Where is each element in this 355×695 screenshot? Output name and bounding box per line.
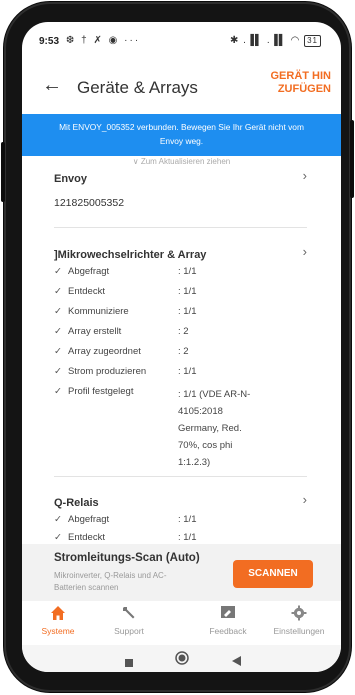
status-label: Kommuniziere (68, 306, 129, 317)
square-icon (125, 659, 133, 667)
q-relais-section[interactable]: Q-Relais › (54, 492, 307, 511)
recent-apps-button[interactable] (125, 654, 133, 672)
microinverter-title: ]Mikrowechselrichter & Array (54, 249, 207, 261)
status-value: : 1/1 (178, 532, 197, 543)
system-status-icons: ✱ .▐▌ .▐▌ ◠ 31 (230, 35, 321, 47)
status-value: : 1/1 (178, 514, 197, 525)
nav-label: Systeme (41, 626, 75, 636)
app-bar: ← Geräte & Arrays GERÄT HIN ZUFÜGEN (22, 62, 341, 114)
banner-text-line2: Envoy weg. (159, 136, 204, 146)
check-icon: ✓ (54, 266, 62, 277)
bottom-nav: Systeme Support Feedback Einstellungen (22, 601, 341, 645)
status-value: : 1/1 (178, 306, 197, 317)
status-bar: 9:53 ❆ † ✗ ◉ ··· ✱ .▐▌ .▐▌ ◠ 31 (22, 22, 341, 62)
envoy-section[interactable]: Envoy › 121825005352 (54, 168, 307, 209)
status-value: : 1/1 (178, 286, 197, 297)
page-title: Geräte & Arrays (77, 78, 198, 97)
home-icon (26, 605, 90, 625)
chevron-right-icon[interactable]: › (303, 244, 307, 259)
check-icon: ✓ (54, 306, 62, 317)
device-list[interactable]: ∨ Zum Aktualisieren ziehen Envoy › 12182… (22, 156, 341, 596)
status-label: Array zugeordnet (68, 346, 141, 357)
check-icon: ✓ (54, 346, 62, 357)
chevron-right-icon[interactable]: › (303, 168, 307, 183)
back-button[interactable] (232, 653, 241, 671)
status-label: Strom produzieren (68, 366, 147, 377)
status-row: ✓ Array zugeordnet : 2 (54, 346, 307, 362)
status-time: 9:53 (39, 36, 60, 47)
home-button[interactable] (175, 651, 189, 670)
pull-to-refresh-hint: ∨ Zum Aktualisieren ziehen (132, 157, 231, 166)
connection-banner: Mit ENVOY_005352 verbunden. Bewegen Sie … (22, 114, 341, 156)
envoy-title: Envoy (54, 173, 88, 185)
nav-label: Einstellungen (273, 626, 325, 636)
screen: 9:53 ❆ † ✗ ◉ ··· ✱ .▐▌ .▐▌ ◠ 31 ← Geräte… (22, 22, 341, 672)
check-icon: ✓ (54, 326, 62, 337)
nav-label: Support (114, 626, 144, 636)
add-device-label-line1: GERÄT HIN (270, 70, 332, 82)
scan-description: Mikroinverter, Q-Relais und AC-Batterien… (54, 571, 167, 592)
envoy-serial: 121825005352 (54, 197, 125, 209)
system-nav-bar (22, 645, 341, 672)
gear-icon (267, 605, 331, 625)
status-row: ✓ Entdeckt : 1/1 (54, 286, 307, 302)
circle-icon (175, 651, 189, 665)
add-device-button[interactable]: GERÄT HIN ZUFÜGEN (261, 70, 332, 96)
wrench-icon (97, 605, 161, 625)
status-row: ✓ Strom produzieren : 1/1 (54, 366, 307, 382)
status-value: : 2 (178, 326, 189, 337)
triangle-back-icon (232, 656, 241, 666)
status-row: ✓ Abgefragt : 1/1 (54, 266, 307, 282)
nav-feedback[interactable]: Feedback (196, 605, 260, 636)
back-arrow-icon[interactable]: ← (42, 74, 62, 97)
status-value: : 2 (178, 346, 189, 357)
nav-systeme[interactable]: Systeme (26, 605, 90, 636)
phone-frame: 9:53 ❆ † ✗ ◉ ··· ✱ .▐▌ .▐▌ ◠ 31 ← Geräte… (1, 2, 354, 692)
status-row: ✓ Abgefragt : 1/1 (54, 514, 307, 530)
status-row: ✓ Array erstellt : 2 (54, 326, 307, 342)
check-icon: ✓ (54, 386, 62, 397)
status-label: Abgefragt (68, 266, 110, 277)
nav-support[interactable]: Support (97, 605, 161, 636)
feedback-icon (196, 605, 260, 625)
status-row: ✓ Kommuniziere : 1/1 (54, 306, 307, 322)
check-icon: ✓ (54, 366, 62, 377)
check-icon: ✓ (54, 514, 62, 525)
status-label: Array erstellt (68, 326, 122, 337)
scan-panel: Stromleitungs-Scan (Auto) Mikroinverter,… (22, 544, 341, 601)
check-icon: ✓ (54, 286, 62, 297)
status-value: : 1/1 (178, 266, 197, 277)
q-relais-title: Q-Relais (54, 497, 99, 509)
status-label: Abgefragt (68, 514, 110, 525)
nav-einstellungen[interactable]: Einstellungen (267, 605, 331, 636)
status-value: : 1/1 (VDE AR-N-4105:2018 Germany, Red. … (178, 389, 251, 468)
battery-icon: 31 (304, 35, 321, 47)
divider (54, 227, 307, 228)
divider (54, 476, 307, 477)
add-device-label-line2: ZUFÜGEN (277, 83, 331, 95)
nav-label: Feedback (209, 626, 247, 636)
status-label: Entdeckt (68, 532, 105, 543)
notification-icons: ❆ † ✗ ◉ ··· (66, 35, 141, 46)
banner-text-line1: Mit ENVOY_005352 verbunden. Bewegen Sie … (59, 122, 304, 132)
scan-button[interactable]: SCANNEN (233, 560, 313, 588)
status-value: : 1/1 (178, 366, 197, 377)
scan-title: Stromleitungs-Scan (Auto) (54, 552, 200, 564)
status-label: Profil festgelegt (68, 386, 134, 397)
signal-wifi-icons: ✱ .▐▌ .▐▌ ◠ (229, 35, 301, 46)
chevron-right-icon[interactable]: › (303, 492, 307, 507)
status-label: Entdeckt (68, 286, 105, 297)
microinverter-section[interactable]: ]Mikrowechselrichter & Array › (54, 244, 307, 263)
check-icon: ✓ (54, 532, 62, 543)
status-row: ✓ Profil festgelegt : 1/1 (VDE AR-N-4105… (54, 386, 307, 476)
